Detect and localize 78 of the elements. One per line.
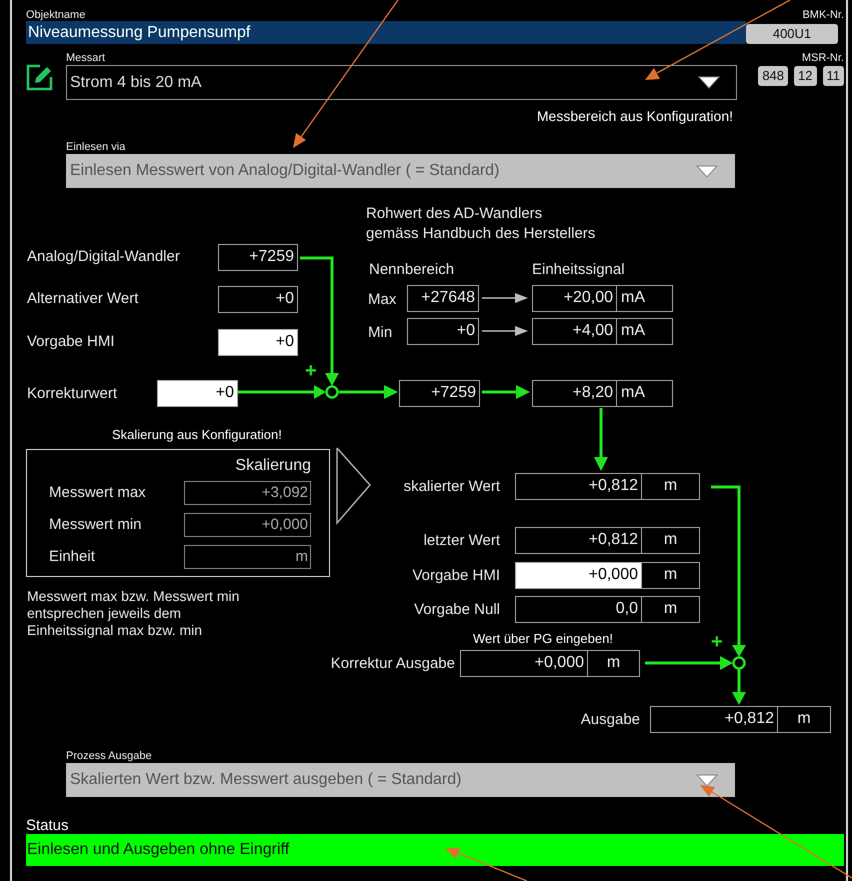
input-field[interactable]: +0 bbox=[157, 380, 238, 407]
raw-value-field: +7259 bbox=[399, 380, 480, 407]
value-field: +7259 bbox=[218, 244, 298, 271]
scaling-title: Skalierung bbox=[234, 456, 311, 476]
field-label: Messart bbox=[66, 52, 106, 64]
arrow-icon bbox=[482, 325, 528, 337]
field-label: Prozess Ausgabe bbox=[66, 750, 152, 762]
row-label: Messwert min bbox=[49, 515, 142, 535]
flow-arrow bbox=[594, 408, 608, 471]
plus-sign: + bbox=[711, 632, 723, 652]
measurement-type-dropdown[interactable]: Strom 4 bis 20 mA bbox=[66, 65, 737, 100]
chevron-icon bbox=[336, 447, 372, 525]
value-field: 0,0 bbox=[515, 596, 642, 623]
input-label: Vorgabe HMI bbox=[27, 332, 115, 352]
status-label: Status bbox=[26, 817, 69, 834]
unit-field: m bbox=[641, 527, 700, 554]
dropdown-arrow-icon bbox=[698, 76, 720, 89]
msr-number: 12 bbox=[794, 66, 816, 86]
column-heading: Nennbereich bbox=[369, 261, 454, 279]
row-label: Messwert max bbox=[49, 483, 146, 503]
output-label: Vorgabe HMI bbox=[411, 566, 500, 586]
plus-sign: + bbox=[305, 361, 317, 381]
unit-field: m bbox=[641, 562, 700, 589]
signal-value-field: +20,00 bbox=[532, 285, 617, 312]
unit-field: m bbox=[587, 650, 640, 677]
unit-field: mA bbox=[616, 318, 673, 345]
msr-number: 848 bbox=[758, 66, 788, 86]
value-field: +0,000 bbox=[460, 650, 588, 677]
dropdown-arrow-icon bbox=[696, 164, 718, 178]
unit-field: mA bbox=[616, 285, 673, 312]
row-label: Max bbox=[368, 290, 396, 310]
flow-arrow bbox=[482, 385, 530, 399]
summing-junction-icon bbox=[732, 656, 746, 670]
unit-field: m bbox=[641, 473, 700, 500]
row-label: Min bbox=[368, 323, 392, 343]
scaling-value-field: +3,092 bbox=[184, 481, 311, 505]
unit-field: m bbox=[641, 596, 700, 623]
output-label: Ausgabe bbox=[580, 710, 640, 730]
value-field: +0,812 bbox=[515, 473, 642, 500]
object-name-field: Niveaumessung Pumpensumpf bbox=[26, 21, 746, 44]
unit-field: m bbox=[777, 706, 831, 733]
scaling-value-field: +0,000 bbox=[184, 513, 311, 537]
output-label: Vorgabe Null bbox=[413, 600, 500, 620]
arrow-icon bbox=[482, 292, 528, 304]
field-label: Einlesen via bbox=[66, 141, 126, 153]
input-label: Alternativer Wert bbox=[27, 289, 138, 309]
value-field: +0,812 bbox=[515, 527, 642, 554]
pg-note: Wert über PG eingeben! bbox=[473, 631, 613, 647]
scaling-explanation: Messwert max bzw. Messwert min entsprechen jeweils dem Einheitssignal max bzw. min bbox=[27, 588, 240, 639]
output-label: Korrektur Ausgabe bbox=[330, 654, 455, 674]
bmk-number: 400U1 bbox=[746, 24, 838, 44]
output-value-field: +0,812 bbox=[650, 706, 778, 733]
signal-value-field: +4,00 bbox=[532, 318, 617, 345]
field-label: MSR-Nr. bbox=[802, 52, 844, 64]
output-label: letzter Wert bbox=[422, 531, 500, 551]
input-label: Analog/Digital-Wandler bbox=[27, 247, 180, 267]
row-label: Einheit bbox=[49, 547, 95, 567]
input-field[interactable]: +0 bbox=[218, 329, 298, 356]
msr-number: 11 bbox=[822, 66, 844, 86]
summing-junction-icon bbox=[325, 385, 339, 399]
output-label: skalierter Wert bbox=[402, 477, 500, 497]
range-note: Messbereich aus Konfiguration! bbox=[536, 108, 733, 125]
status-bar: Einlesen und Ausgeben ohne Eingriff bbox=[26, 834, 844, 866]
input-label: Korrekturwert bbox=[27, 384, 118, 404]
scaling-note: Skalierung aus Konfiguration! bbox=[112, 427, 282, 443]
value-field: +0 bbox=[218, 286, 298, 313]
scaling-value-field: m bbox=[184, 545, 311, 569]
unit-field: mA bbox=[616, 380, 673, 407]
edit-icon[interactable] bbox=[26, 63, 54, 91]
field-label: BMK-Nr. bbox=[802, 9, 844, 21]
raw-value-heading: Rohwert des AD-Wandlers gemäss Handbuch des Herstellers bbox=[366, 204, 596, 244]
raw-value-field: +0 bbox=[407, 318, 479, 345]
input-field[interactable]: +0,000 bbox=[515, 562, 642, 589]
dropdown-arrow-icon bbox=[696, 774, 718, 786]
column-heading: Einheitssignal bbox=[532, 261, 625, 279]
raw-value-field: +27648 bbox=[407, 285, 479, 312]
signal-value-field: +8,20 bbox=[532, 380, 617, 407]
field-label: Objektname bbox=[26, 9, 86, 21]
